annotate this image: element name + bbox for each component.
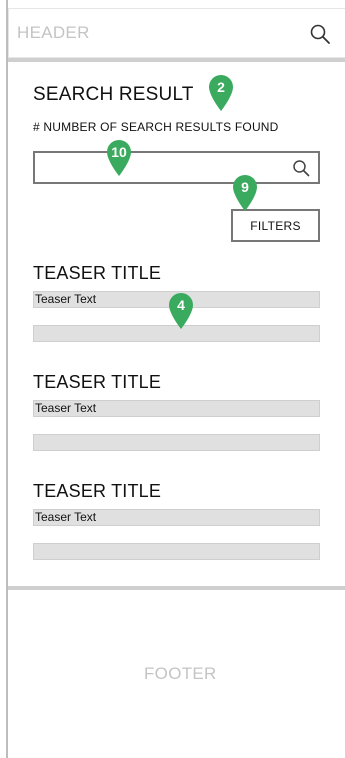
result-count: # NUMBER OF SEARCH RESULTS FOUND bbox=[33, 120, 279, 134]
search-icon[interactable] bbox=[309, 23, 331, 45]
marker-label: 2 bbox=[217, 79, 225, 95]
footer-title: FOOTER bbox=[144, 664, 217, 683]
search-field[interactable] bbox=[33, 151, 320, 184]
marker-label: 10 bbox=[111, 144, 127, 160]
teaser-item[interactable]: TEASER TITLE Teaser Text bbox=[33, 481, 320, 560]
header: HEADER bbox=[8, 8, 345, 58]
teaser-placeholder-line bbox=[33, 434, 320, 451]
annotation-marker: 9 bbox=[232, 174, 258, 212]
filters-button[interactable]: FILTERS bbox=[231, 209, 320, 242]
teaser-item[interactable]: TEASER TITLE Teaser Text bbox=[33, 372, 320, 451]
teaser-title[interactable]: TEASER TITLE bbox=[33, 263, 320, 283]
teaser-placeholder-line bbox=[33, 543, 320, 560]
teaser-text: Teaser Text bbox=[33, 509, 320, 526]
marker-label: 4 bbox=[177, 297, 185, 313]
annotation-marker: 4 bbox=[168, 292, 194, 330]
annotation-marker: 10 bbox=[106, 139, 132, 177]
footer-divider bbox=[8, 586, 345, 590]
annotation-marker: 2 bbox=[208, 74, 234, 112]
teaser-title[interactable]: TEASER TITLE bbox=[33, 372, 320, 392]
header-divider bbox=[8, 58, 345, 62]
marker-label: 9 bbox=[241, 179, 249, 195]
teaser-text: Teaser Text bbox=[33, 400, 320, 417]
header-title: HEADER bbox=[17, 23, 90, 42]
teaser-title[interactable]: TEASER TITLE bbox=[33, 481, 320, 501]
search-icon[interactable] bbox=[292, 159, 310, 177]
page-title: SEARCH RESULT bbox=[33, 84, 194, 105]
